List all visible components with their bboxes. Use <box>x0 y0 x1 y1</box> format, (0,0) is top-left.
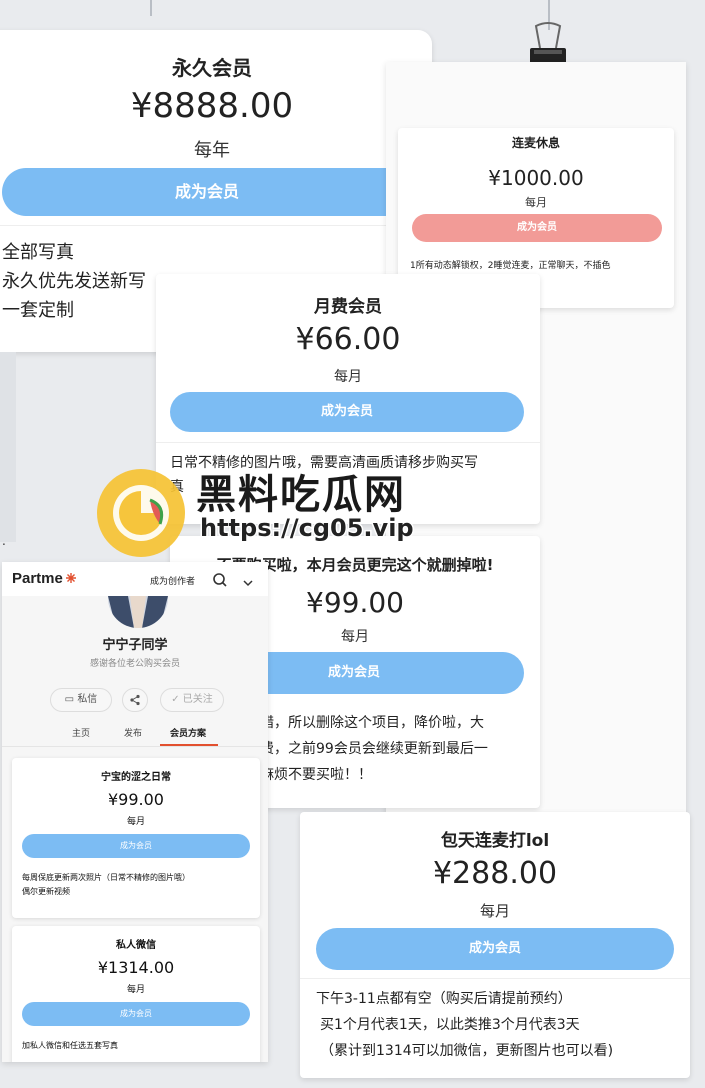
plan-price: ¥1000.00 <box>488 166 584 190</box>
plan-description: （累计到1314可以加微信，更新图片也可以看) <box>320 1043 614 1059</box>
plan-period: 每月 <box>525 196 547 209</box>
plan-card-lol: 包天连麦打lol ¥288.00 每月 成为会员 下午3-11点都有空（购买后请… <box>300 812 690 1078</box>
follow-label: 已关注 <box>182 694 213 705</box>
message-button[interactable]: ▭ 私信 <box>50 688 112 712</box>
become-member-button[interactable]: 成为会员 <box>22 834 250 858</box>
plan-title: 永久会员 <box>172 56 252 80</box>
partme-plan-card: 私人微信 ¥1314.00 每月 成为会员 加私人微信和任选五套写真 <box>12 926 260 1062</box>
logo-spark-icon <box>66 568 76 583</box>
profile-subtitle: 感谢各位老公购买会员 <box>89 659 180 669</box>
dot: . <box>2 534 6 548</box>
avatar[interactable] <box>108 596 168 628</box>
plan-benefit: 一套定制 <box>2 300 74 321</box>
become-member-button[interactable]: 成为会员 <box>22 1002 250 1026</box>
plan-price: ¥8888.00 <box>130 86 294 126</box>
share-button[interactable] <box>122 688 148 712</box>
plan-period: 每月 <box>334 369 362 385</box>
divider <box>156 442 540 443</box>
plan-title: 宁宝的涩之日常 <box>101 772 171 783</box>
plan-title: 私人微信 <box>116 940 156 951</box>
become-creator-link[interactable]: 成为创作者 <box>150 574 195 587</box>
tab-posts[interactable]: 发布 <box>124 726 142 739</box>
message-label: 私信 <box>77 694 98 705</box>
become-member-button[interactable]: 成为会员 <box>170 392 524 432</box>
plan-price: ¥99.00 <box>108 790 164 809</box>
partme-profile-screen: Partme 成为创作者 宁宁子同学 感谢各位老公购买会员 ▭ 私信 ✓ 已关注… <box>2 562 268 1062</box>
follow-button[interactable]: ✓ 已关注 <box>160 688 224 712</box>
plan-benefit: 永久优先发送新写 <box>2 271 146 292</box>
divider <box>300 978 690 979</box>
plan-description: 每周保底更新两次照片（日常不精修的图片哦） <box>22 873 190 882</box>
plan-period: 每年 <box>194 140 230 161</box>
plan-period: 每月 <box>126 985 145 995</box>
become-member-button[interactable]: 成为会员 <box>2 168 412 216</box>
background-panel-left <box>0 352 16 542</box>
plan-price: ¥288.00 <box>432 856 558 891</box>
divider <box>2 746 268 747</box>
plan-period: 每月 <box>126 817 145 827</box>
partme-logo[interactable]: Partme <box>12 570 63 587</box>
hanging-wire <box>150 0 152 16</box>
divider <box>0 225 432 226</box>
plan-price: ¥66.00 <box>295 322 401 357</box>
plan-description: 买1个月代表1天，以此类推3个月代表3天 <box>320 1017 580 1033</box>
share-icon <box>130 694 140 706</box>
tab-membership-plans[interactable]: 会员方案 <box>170 726 206 739</box>
plan-description: 加私人微信和任选五套写真 <box>22 1041 118 1050</box>
watermark-url: https://cg05.vip <box>199 513 416 544</box>
become-member-button[interactable]: 成为会员 <box>412 214 662 242</box>
watermark-logo-icon <box>94 466 188 560</box>
plan-benefit: 全部写真 <box>2 242 74 263</box>
plan-period: 每月 <box>479 902 510 920</box>
check-icon: ✓ <box>171 694 180 705</box>
watermark-brand-name: 黑料吃瓜网 <box>195 471 406 519</box>
plan-description: 费，之前99会员会继续更新到最后一 <box>260 741 488 757</box>
plan-title: 月费会员 <box>314 297 382 317</box>
plan-description: 下午3-11点都有空（购买后请提前预约） <box>316 991 572 1007</box>
plan-price: ¥1314.00 <box>97 958 175 977</box>
plan-description: 偶尔更新视频 <box>22 887 70 896</box>
partme-plan-card: 宁宝的涩之日常 ¥99.00 每月 成为会员 每周保底更新两次照片（日常不精修的… <box>12 758 260 918</box>
plan-title: 连麦休息 <box>511 136 560 150</box>
plan-title: 包天连麦打lol <box>440 831 550 851</box>
chevron-down-icon[interactable] <box>242 574 254 587</box>
chat-icon: ▭ <box>64 694 75 705</box>
plan-description: 措，所以删除这个项目，降价啦，大 <box>260 715 484 731</box>
profile-username: 宁宁子同学 <box>102 638 168 653</box>
plan-description: 1所有动态解锁权，2睡觉连麦，正常聊天，不插色 <box>410 261 611 271</box>
plan-description: 麻烦不要买啦！！ <box>260 767 372 783</box>
become-member-button[interactable]: 成为会员 <box>316 928 674 970</box>
tab-home[interactable]: 主页 <box>72 726 90 739</box>
search-icon[interactable] <box>212 572 228 588</box>
